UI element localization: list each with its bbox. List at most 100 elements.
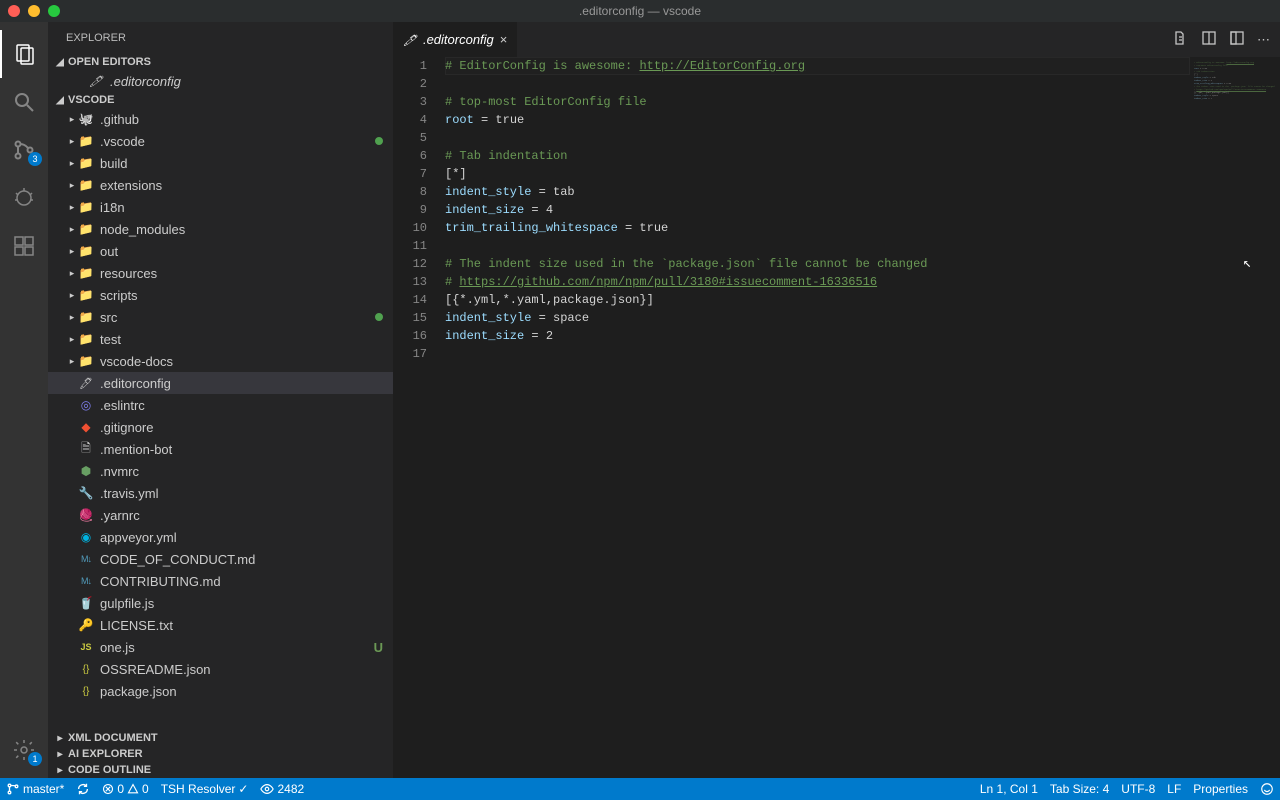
ico-src [78,309,94,325]
code[interactable]: # EditorConfig is awesome: http://Editor… [445,57,1190,778]
folder--vscode[interactable]: ▸.vscode [48,130,393,152]
tree-item-label: build [100,156,393,171]
status-lang[interactable]: Properties [1187,778,1254,800]
folder-i18n[interactable]: ▸i18n [48,196,393,218]
tree-item-label: .eslintrc [100,398,393,413]
status-problems[interactable]: 0 0 [96,778,154,800]
editor-content[interactable]: 1234567891011121314151617 # EditorConfig… [393,57,1280,778]
file--travis-yml[interactable]: .travis.yml [48,482,393,504]
tab-editorconfig[interactable]: .editorconfig × [393,22,517,57]
file-CONTRIBUTING-md[interactable]: CONTRIBUTING.md [48,570,393,592]
status-encoding[interactable]: UTF-8 [1115,778,1161,800]
status-tsh-resolver[interactable]: TSH Resolver ✓ [155,778,255,800]
settings-badge: 1 [28,752,42,766]
more-icon[interactable]: ⋯ [1257,32,1270,48]
file-CODE_OF_CONDUCT-md[interactable]: CODE_OF_CONDUCT.md [48,548,393,570]
tree-item-label: out [100,244,393,259]
ico-test [78,331,94,347]
section-workspace[interactable]: ◢VSCODE [48,92,393,108]
ico-folder [78,265,94,281]
file-LICENSE-txt[interactable]: LICENSE.txt [48,614,393,636]
folder-test[interactable]: ▸ test [48,328,393,350]
minimap[interactable]: # EditorConfig is awesome: http://Editor… [1190,57,1280,778]
status-feedback-icon[interactable] [1254,778,1280,800]
folder-node_modules[interactable]: ▸node_modules [48,218,393,240]
ico-md [78,573,94,589]
ico-gulp [78,595,94,611]
ico-vscode [78,133,94,149]
file--yarnrc[interactable]: .yarnrc [48,504,393,526]
tree-item-label: .vscode [100,134,375,149]
file--gitignore[interactable]: .gitignore [48,416,393,438]
diff-icon[interactable] [1173,30,1189,49]
folder-src[interactable]: ▸src [48,306,393,328]
status-tabsize[interactable]: Tab Size: 4 [1044,778,1115,800]
activitybar-extensions-icon[interactable] [0,222,48,270]
chevron-right-icon: ▸ [66,158,78,169]
tree-item-label: src [100,310,375,325]
git-status: U [374,640,383,655]
section-xml-document[interactable]: ▸XML DOCUMENT [48,730,393,746]
folder-out[interactable]: ▸ out [48,240,393,262]
file-one-js[interactable]: one.jsU [48,636,393,658]
folder-scripts[interactable]: ▸scripts [48,284,393,306]
folder-resources[interactable]: ▸ resources [48,262,393,284]
status-eye[interactable]: 2482 [254,778,310,800]
chevron-right-icon: ▸ [66,268,78,279]
file--eslintrc[interactable]: .eslintrc [48,394,393,416]
chevron-right-icon: ▸ [66,334,78,345]
file--editorconfig[interactable]: .editorconfig [48,372,393,394]
activitybar-search-icon[interactable] [0,78,48,126]
ico-folder [78,353,94,369]
folder--github[interactable]: ▸.github [48,108,393,130]
chevron-right-icon: ▸ [66,356,78,367]
sidebar-title: EXPLORER [48,22,393,54]
section-open-editors[interactable]: ◢OPEN EDITORS [48,54,393,70]
status-lncol[interactable]: Ln 1, Col 1 [974,778,1044,800]
tree-item-label: resources [100,266,393,281]
status-eol[interactable]: LF [1161,778,1187,800]
status-branch[interactable]: master* [0,778,70,800]
tree-item-label: .travis.yml [100,486,393,501]
open-editor-item[interactable]: .editorconfig [48,70,393,92]
activitybar-debug-icon[interactable] [0,174,48,222]
chevron-right-icon: ▸ [66,246,78,257]
ico-editorconfig [78,375,94,391]
activitybar-scm-icon[interactable]: 3 [0,126,48,174]
window-maximize-button[interactable] [48,5,60,17]
tab-close-icon[interactable]: × [500,32,508,47]
ico-git [78,419,94,435]
file-gulpfile-js[interactable]: gulpfile.js [48,592,393,614]
window-close-button[interactable] [8,5,20,17]
ico-nm [78,221,94,237]
ico-yarn [78,507,94,523]
section-ai-explorer[interactable]: ▸AI EXPLORER [48,746,393,762]
window-title: .editorconfig — vscode [579,4,701,18]
tree-item-label: gulpfile.js [100,596,393,611]
file--nvmrc[interactable]: .nvmrc [48,460,393,482]
window-minimize-button[interactable] [28,5,40,17]
activitybar-settings-icon[interactable]: 1 [0,726,48,774]
tree-item-label: test [100,332,393,347]
folder-vscode-docs[interactable]: ▸vscode-docs [48,350,393,372]
ico-travis [78,485,94,501]
layout-icon[interactable] [1229,30,1245,49]
folder-extensions[interactable]: ▸ extensions [48,174,393,196]
chevron-right-icon: ▸ [66,224,78,235]
chevron-right-icon: ▸ [66,114,78,125]
statusbar: master* 0 0 TSH Resolver ✓ 2482 Ln 1, Co… [0,778,1280,800]
file--mention-bot[interactable]: .mention-bot [48,438,393,460]
file-appveyor-yml[interactable]: appveyor.yml [48,526,393,548]
status-sync[interactable] [70,778,96,800]
tree-item-label: extensions [100,178,393,193]
folder-build[interactable]: ▸ build [48,152,393,174]
ico-folder [78,243,94,259]
section-code-outline[interactable]: ▸CODE OUTLINE [48,762,393,778]
activitybar-explorer-icon[interactable] [0,30,48,78]
ico-gh [78,111,94,127]
chevron-right-icon: ▸ [66,180,78,191]
file-OSSREADME-json[interactable]: OSSREADME.json [48,658,393,680]
file-package-json[interactable]: package.json [48,680,393,702]
split-editor-icon[interactable] [1201,30,1217,49]
tree-item-label: CODE_OF_CONDUCT.md [100,552,393,567]
